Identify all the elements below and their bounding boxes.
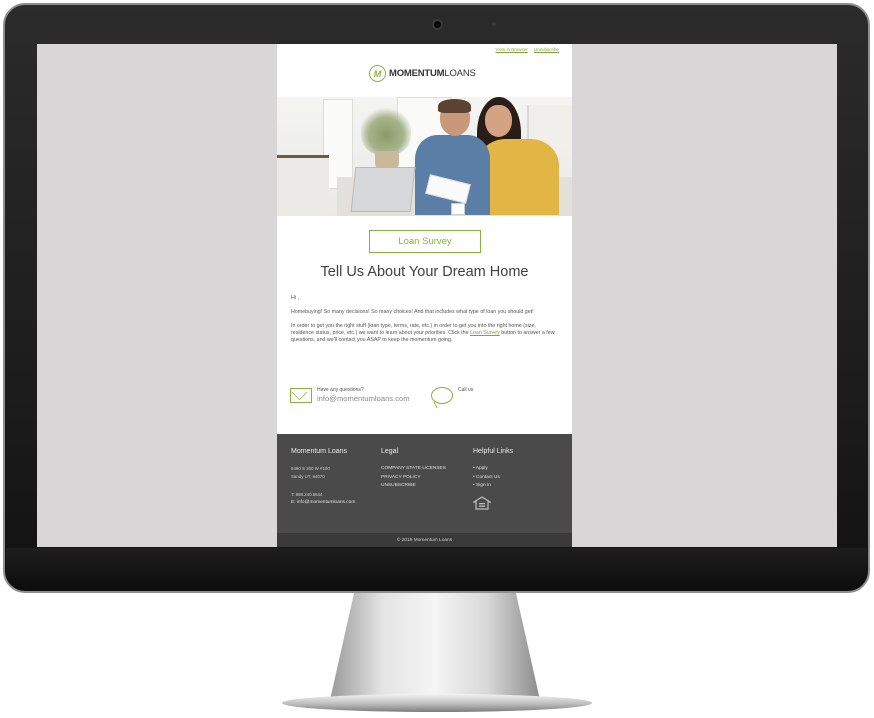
monitor-stand-neck [330,588,540,700]
email-preview: View in Browser Unsubscribe M MOMENTUMLO… [277,44,572,547]
footer-helpful-links-title: Helpful Links [473,448,514,455]
contact-email-link[interactable]: info@momentumloans.com [317,394,410,403]
footer-address-2: Sandy UT, 84070 [291,474,325,479]
light-sensor [492,22,496,26]
paragraph-2: In order to get you the right stuff (loa… [291,323,555,343]
footer-company-column: Momentum Loans 9490 S 300 W #100 Sandy U… [291,448,355,508]
monitor-stand-base [282,694,592,712]
monitor-chin [6,548,867,590]
footer-state-licenses-link[interactable]: COMPANY STATE LICENSES [381,465,446,474]
monitor-screen: View in Browser Unsubscribe M MOMENTUMLO… [37,44,837,547]
greeting: Hi , [291,295,299,301]
footer-contact-us-link[interactable]: • Contact Us [473,474,513,483]
logo-wordmark: MOMENTUMLOANS [389,68,476,79]
webcam-icon [432,19,443,30]
equal-housing-opportunity-icon [471,495,493,510]
paragraph-1: Homebuying! So many decisions! So many c… [291,309,534,315]
footer-unsubscribe-link[interactable]: UNSUBSCRIBE [381,482,446,491]
footer-helpful-links-column: Helpful Links • Apply • Contact Us • Sig… [471,448,514,515]
footer-apply-link[interactable]: • Apply [473,465,513,474]
footer-sign-in-link[interactable]: • Sign In [473,482,513,491]
speech-bubble-icon [431,387,453,404]
email-body: Hi , Homebuying! So many decisions! So m… [291,295,557,351]
footer-legal-title: Legal [381,448,399,455]
momentum-loans-logo[interactable]: M MOMENTUMLOANS [369,65,476,82]
loan-survey-inline-link[interactable]: Loan Survey [470,330,500,336]
copyright-bar: © 2018 Momentum Loans [277,533,572,547]
call-us-label[interactable]: Call us [458,387,473,393]
view-in-browser-link[interactable]: View in Browser [496,47,528,52]
email-top-links: View in Browser Unsubscribe [491,47,559,52]
questions-label: Have any questions? [317,387,364,393]
footer-address-1: 9490 S 300 W #100 [291,466,330,471]
hero-image [277,97,572,216]
unsubscribe-link[interactable]: Unsubscribe [534,47,559,52]
email-headline: Tell Us About Your Dream Home [320,264,529,280]
loan-survey-button[interactable]: Loan Survey [369,230,481,253]
contact-section: Have any questions? info@momentumloans.c… [290,386,560,416]
footer-phone[interactable]: T: 888.240.6644 [291,491,355,499]
envelope-icon [290,388,312,403]
logo-mark-icon: M [369,65,386,82]
footer-legal-column: Legal COMPANY STATE LICENSES PRIVACY POL… [381,448,446,491]
footer-company-title: Momentum Loans [291,448,348,455]
footer-privacy-policy-link[interactable]: PRIVACY POLICY [381,474,446,483]
footer-email[interactable]: E: info@momentumloans.com [291,499,355,508]
email-footer: Momentum Loans 9490 S 300 W #100 Sandy U… [277,434,572,533]
